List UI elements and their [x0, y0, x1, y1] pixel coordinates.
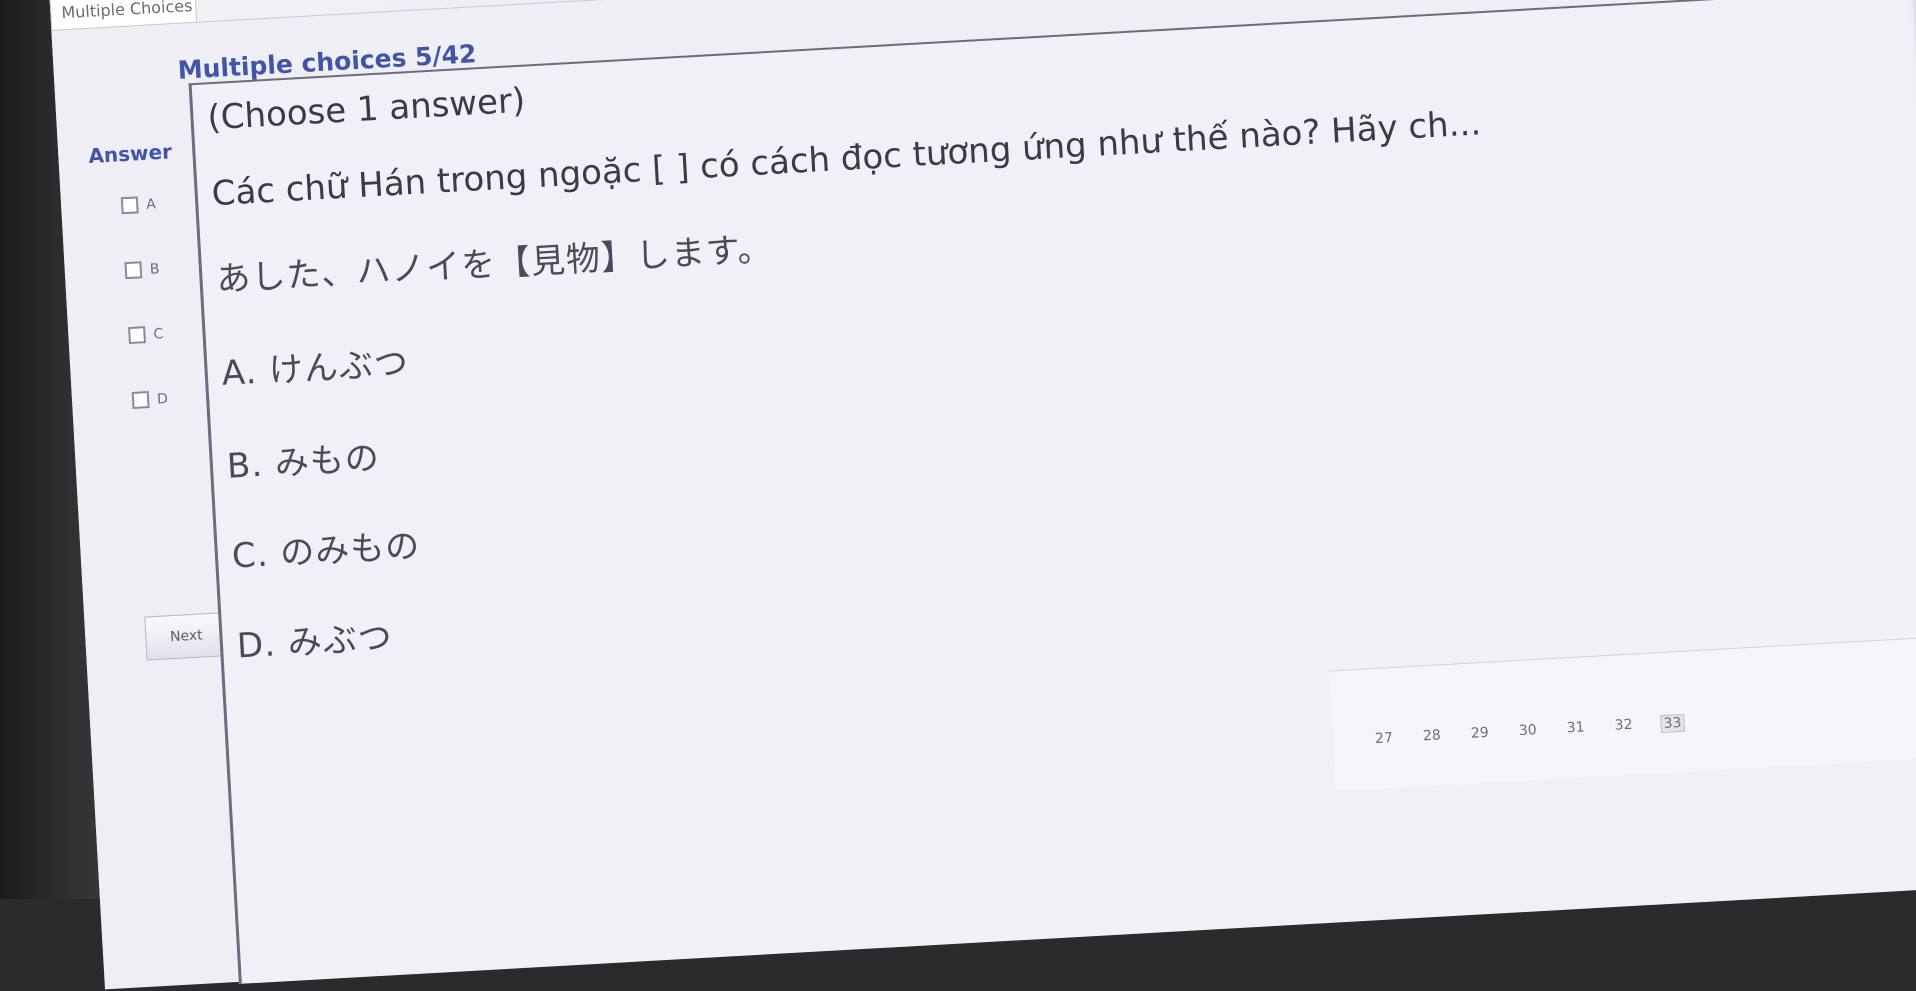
checkbox-b[interactable] [124, 261, 143, 280]
answer-option-a[interactable]: A [120, 195, 157, 215]
page-number[interactable]: 32 [1612, 717, 1635, 734]
screen: Multiple Choices Multiple choices 5/42 A… [48, 0, 1916, 990]
choice-d: D. みぶつ [235, 617, 394, 667]
instruction-text: (Choose 1 answer) [206, 80, 527, 139]
question-sentence: あした、ハノイを【見物】します。 [215, 229, 774, 301]
page-number[interactable]: 28 [1420, 727, 1443, 744]
choice-a: A. けんぶつ [220, 343, 410, 394]
page-number-current[interactable]: 33 [1660, 713, 1686, 734]
option-letter-d: D [156, 390, 169, 408]
page-number[interactable]: 31 [1564, 719, 1587, 736]
checkbox-a[interactable] [120, 196, 139, 215]
checkbox-c[interactable] [128, 326, 146, 345]
page-number[interactable]: 29 [1468, 725, 1491, 742]
page-number[interactable]: 30 [1516, 722, 1539, 739]
option-letter-a: A [145, 195, 157, 213]
next-button[interactable]: Next [144, 612, 229, 661]
checkbox-d[interactable] [131, 391, 150, 409]
answer-option-c[interactable]: C [128, 325, 164, 345]
answer-label: Answer [87, 139, 173, 169]
answer-option-b[interactable]: B [124, 260, 160, 280]
question-panel: (Choose 1 answer) Các chữ Hán trong ngoặ… [188, 0, 1916, 984]
quiz-window: Multiple choices 5/42 Answer A B C D Nex… [51, 0, 1916, 990]
option-letter-b: B [149, 260, 160, 278]
choice-b: B. みもの [225, 438, 381, 487]
choice-c: C. のみもの [230, 526, 422, 577]
option-letter-c: C [153, 325, 164, 343]
page-number[interactable]: 27 [1373, 730, 1396, 747]
answer-option-d[interactable]: D [131, 390, 169, 409]
